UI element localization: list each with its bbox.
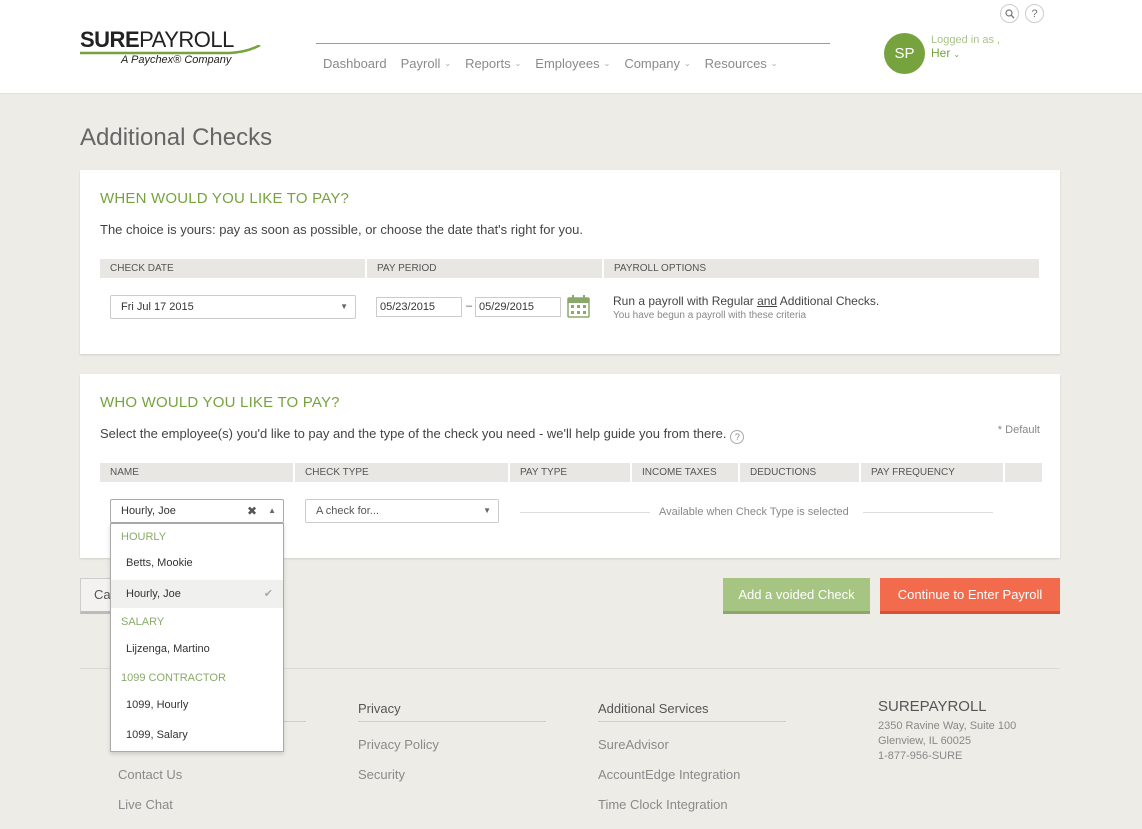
header-check-date: CHECK DATE xyxy=(100,259,367,278)
payroll-option-text: Run a payroll with Regular and Additiona… xyxy=(613,294,880,308)
utility-icons: ? xyxy=(1000,4,1044,23)
dropdown-option[interactable]: 1099, Salary xyxy=(111,721,283,749)
available-note: Available when Check Type is selected xyxy=(659,506,849,518)
continue-enter-payroll-button[interactable]: Continue to Enter Payroll xyxy=(880,578,1060,614)
nav-company[interactable]: Company ⌄ xyxy=(617,56,697,71)
chevron-down-icon: ⌄ xyxy=(603,59,611,68)
who-table-header: NAME CHECK TYPE PAY TYPE INCOME TAXES DE… xyxy=(100,463,1042,482)
footer-link-contact-us[interactable]: Contact Us xyxy=(118,767,182,782)
footer-company-name: SUREPAYROLL xyxy=(878,698,987,715)
check-icon: ✔ xyxy=(263,588,273,600)
dropdown-group-hourly: HOURLY xyxy=(121,531,167,543)
chevron-down-icon: ⌄ xyxy=(770,59,778,68)
chevron-down-icon: ⌄ xyxy=(444,59,452,68)
when-section-title: WHEN WOULD YOU LIKE TO PAY? xyxy=(100,190,350,207)
add-voided-check-button[interactable]: Add a voided Check xyxy=(723,578,870,614)
dropdown-option[interactable]: Betts, Mookie xyxy=(111,549,283,577)
header-pay-frequency: PAY FREQUENCY xyxy=(861,463,1005,482)
footer-link-security[interactable]: Security xyxy=(358,767,405,782)
header-check-type: CHECK TYPE xyxy=(295,463,510,482)
divider-line xyxy=(863,512,993,513)
header-deductions: DEDUCTIONS xyxy=(740,463,861,482)
chevron-down-icon: ⌄ xyxy=(514,59,522,68)
footer-address-line2: Glenview, IL 60025 xyxy=(878,735,972,747)
dropdown-group-salary: SALARY xyxy=(121,616,165,628)
search-icon[interactable] xyxy=(1000,4,1019,23)
who-section-description: Select the employee(s) you'd like to pay… xyxy=(100,426,745,444)
calendar-icon[interactable] xyxy=(567,295,590,318)
header-pay-type: PAY TYPE xyxy=(510,463,632,482)
nav-payroll[interactable]: Payroll ⌄ xyxy=(394,56,458,71)
footer-col-line xyxy=(598,721,786,722)
page-title: Additional Checks xyxy=(80,124,273,151)
pay-period-start-input[interactable]: 05/23/2015 xyxy=(376,297,462,317)
who-section-title: WHO WOULD YOU LIKE TO PAY? xyxy=(100,394,340,411)
check-date-select[interactable]: Fri Jul 17 2015 ▼ xyxy=(110,295,356,319)
when-to-pay-card: WHEN WOULD YOU LIKE TO PAY? The choice i… xyxy=(80,170,1060,354)
footer-link-sureadvisor[interactable]: SureAdvisor xyxy=(598,737,669,752)
employee-name-select[interactable]: Hourly, Joe ✖ ▲ xyxy=(110,499,284,523)
dropdown-option[interactable]: Lijzenga, Martino xyxy=(111,635,283,663)
main-nav: Dashboard Payroll ⌄ Reports ⌄ Employees ⌄ C… xyxy=(316,56,785,71)
dropdown-option-selected[interactable]: Hourly, Joe ✔ xyxy=(111,580,283,608)
header-pay-period: PAY PERIOD xyxy=(367,259,604,278)
chevron-down-icon: ⌄ xyxy=(953,50,961,59)
payroll-option-note: You have begun a payroll with these crit… xyxy=(613,310,807,321)
header-income-taxes: INCOME TAXES xyxy=(632,463,740,482)
dropdown-arrow-up-icon: ▲ xyxy=(268,506,276,515)
footer-link-privacy-policy[interactable]: Privacy Policy xyxy=(358,737,439,752)
user-avatar[interactable]: SP xyxy=(884,33,925,74)
nav-employees[interactable]: Employees ⌄ xyxy=(528,56,617,71)
header-name: NAME xyxy=(100,463,295,482)
footer-address-line1: 2350 Ravine Way, Suite 100 xyxy=(878,720,1017,732)
help-icon[interactable]: ? xyxy=(1025,4,1044,23)
pay-period-end-input[interactable]: 05/29/2015 xyxy=(475,297,561,317)
header-payroll-options: PAYROLL OPTIONS xyxy=(614,263,707,274)
footer-link-live-chat[interactable]: Live Chat xyxy=(118,797,173,812)
footer-link-time-clock[interactable]: Time Clock Integration xyxy=(598,797,728,812)
dropdown-arrow-icon: ▼ xyxy=(340,302,348,311)
nav-divider xyxy=(316,43,830,44)
footer-col-line xyxy=(358,721,546,722)
help-icon[interactable]: ? xyxy=(730,430,745,444)
footer-heading-privacy: Privacy xyxy=(358,701,401,716)
surepayroll-logo[interactable]: SUREPAYROLL A Paychex® Company xyxy=(80,27,265,71)
clear-icon[interactable]: ✖ xyxy=(247,500,257,522)
when-section-description: The choice is yours: pay as soon as poss… xyxy=(100,222,584,237)
dropdown-arrow-icon: ▼ xyxy=(483,506,491,515)
nav-reports[interactable]: Reports ⌄ xyxy=(458,56,528,71)
dropdown-option[interactable]: 1099, Hourly xyxy=(111,691,283,719)
default-note: * Default xyxy=(997,424,1040,436)
period-separator: – xyxy=(466,300,473,312)
divider-line xyxy=(520,512,650,513)
employee-dropdown-list: HOURLY Betts, Mookie Hourly, Joe ✔ SALAR… xyxy=(110,523,284,752)
top-header: SUREPAYROLL A Paychex® Company Dashboard… xyxy=(0,0,1142,94)
dropdown-group-1099: 1099 CONTRACTOR xyxy=(121,672,226,684)
nav-dashboard[interactable]: Dashboard xyxy=(316,56,394,71)
check-type-select[interactable]: A check for... ▼ xyxy=(305,499,499,523)
logged-in-label: Logged in as , xyxy=(931,34,1001,46)
footer-phone: 1-877-956-SURE xyxy=(878,750,963,762)
nav-resources[interactable]: Resources ⌄ xyxy=(698,56,785,71)
footer-heading-services: Additional Services xyxy=(598,701,709,716)
chevron-down-icon: ⌄ xyxy=(683,59,691,68)
footer-link-accountedge[interactable]: AccountEdge Integration xyxy=(598,767,740,782)
logo-tagline: A Paychex® Company xyxy=(121,54,232,66)
user-menu[interactable]: Her ⌄ xyxy=(931,46,960,60)
header-actions xyxy=(1005,463,1042,482)
when-table-header: CHECK DATE PAY PERIOD PAYROLL OPTIONS xyxy=(100,259,1039,278)
